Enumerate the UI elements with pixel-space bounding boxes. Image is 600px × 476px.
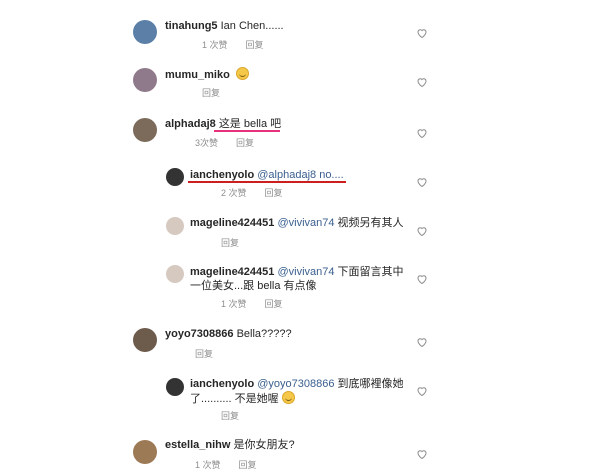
comment-text-continued: 了.......... 不是她喔 <box>190 393 279 405</box>
avatar[interactable] <box>133 440 157 464</box>
avatar[interactable] <box>166 378 184 396</box>
comment-text: 到底哪裡像她 <box>334 378 404 390</box>
reply-button[interactable]: 回复 <box>202 88 220 98</box>
avatar[interactable] <box>166 168 184 186</box>
reply-button[interactable]: 回复 <box>265 188 283 198</box>
comment-username[interactable]: yoyo7308866 <box>165 328 234 340</box>
avatar[interactable] <box>166 217 184 235</box>
highlight-underline <box>188 181 346 183</box>
comment-username[interactable]: tinahung5 <box>165 20 218 32</box>
comment-username[interactable]: mageline424451 <box>190 266 274 278</box>
comment-username[interactable]: estella_nihw <box>165 439 230 451</box>
heart-icon[interactable] <box>416 385 428 397</box>
like-count[interactable]: 1 次赞 <box>195 460 221 470</box>
reply-button[interactable]: 回复 <box>265 299 283 309</box>
heart-icon[interactable] <box>416 176 428 188</box>
comment-username[interactable]: alphadaj8 <box>165 118 216 130</box>
reply-button[interactable]: 回复 <box>236 138 254 148</box>
like-count[interactable]: 3次赞 <box>195 138 218 148</box>
comment-text: Ian Chen...... <box>220 20 284 32</box>
reply-button[interactable]: 回复 <box>221 238 239 248</box>
comment-text: Bella????? <box>236 328 292 340</box>
avatar[interactable] <box>133 328 157 352</box>
heart-icon[interactable] <box>416 448 428 460</box>
avatar[interactable] <box>133 20 157 44</box>
avatar[interactable] <box>133 68 157 92</box>
smiley-emoji-icon <box>235 67 249 80</box>
smiley-emoji-icon <box>281 391 295 404</box>
heart-icon[interactable] <box>416 336 428 348</box>
heart-icon[interactable] <box>416 225 428 237</box>
comment-username[interactable]: mumu_miko <box>165 69 230 81</box>
comment-text: 下面留言其中 <box>334 266 404 278</box>
heart-icon[interactable] <box>416 127 428 139</box>
comment-text: 这是 bella 吧 <box>218 118 282 130</box>
heart-icon[interactable] <box>416 76 428 88</box>
comment-text: no.... <box>316 169 344 181</box>
highlight-underline <box>214 130 280 132</box>
mention-link[interactable]: @yoyo7308866 <box>257 378 334 390</box>
mention-link[interactable]: @vivivan74 <box>277 217 334 229</box>
like-count[interactable]: 1 次赞 <box>221 299 247 309</box>
like-count[interactable]: 1 次赞 <box>202 40 228 50</box>
comment-text-continued: 一位美女...跟 bella 有点像 <box>190 280 317 292</box>
comment-text: 是你女朋友? <box>233 439 295 451</box>
comment-username[interactable]: mageline424451 <box>190 217 274 229</box>
reply-button[interactable]: 回复 <box>221 411 239 421</box>
avatar[interactable] <box>133 118 157 142</box>
comment-username[interactable]: ianchenyolo <box>190 378 254 390</box>
mention-link[interactable]: @vivivan74 <box>277 266 334 278</box>
heart-icon[interactable] <box>416 27 428 39</box>
comment-username[interactable]: ianchenyolo <box>190 169 254 181</box>
like-count[interactable]: 2 次赞 <box>221 188 247 198</box>
reply-button[interactable]: 回复 <box>195 349 213 359</box>
reply-button[interactable]: 回复 <box>246 40 264 50</box>
mention-link[interactable]: @alphadaj8 <box>257 169 316 181</box>
avatar[interactable] <box>166 265 184 283</box>
reply-button[interactable]: 回复 <box>239 460 257 470</box>
heart-icon[interactable] <box>416 273 428 285</box>
comment-text: 视频另有其人 <box>334 217 404 229</box>
